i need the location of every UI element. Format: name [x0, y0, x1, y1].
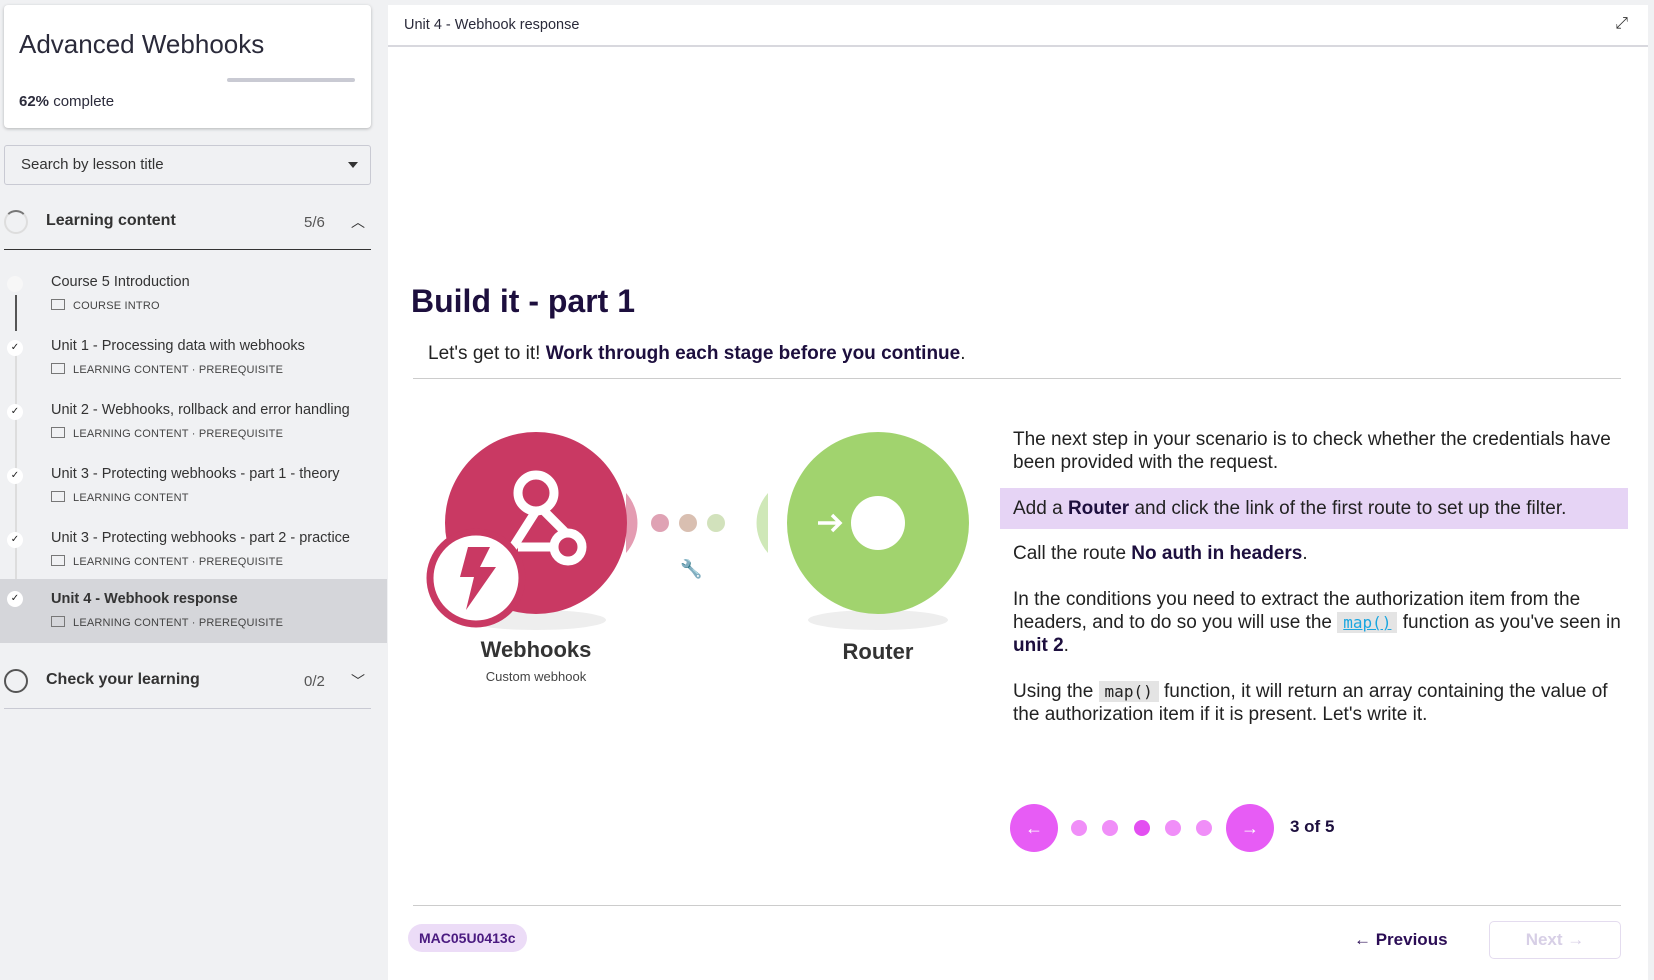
- carousel-dot[interactable]: [1165, 820, 1181, 836]
- lesson-meta: LEARNING CONTENT · PREREQUISITE: [73, 617, 284, 629]
- progress-value: 62%: [19, 93, 50, 110]
- search-placeholder: Search by lesson title: [21, 156, 164, 173]
- lesson-header-title: Unit 4 - Webhook response: [404, 17, 580, 33]
- instruction-paragraph: Using the map() function, it will return…: [1013, 681, 1608, 725]
- instruction-highlight: Add a Router and click the link of the f…: [1013, 498, 1567, 519]
- section-count: 0/2: [304, 673, 325, 690]
- scenario-diagram: 🔧: [426, 432, 969, 630]
- map-function-link[interactable]: map(): [1343, 613, 1391, 632]
- check-icon: ✓: [7, 468, 23, 484]
- router-label: Router: [842, 639, 914, 664]
- carousel-prev-button[interactable]: ←: [1010, 804, 1058, 852]
- section-count: 5/6: [304, 214, 325, 231]
- instruction-paragraph: Call the route No auth in headers.: [1013, 543, 1308, 564]
- slides-icon: [51, 616, 65, 627]
- lesson-meta: COURSE INTRO: [73, 300, 160, 312]
- lesson-search-select[interactable]: Search by lesson title: [4, 145, 371, 185]
- subtitle: Let's get to it! Work through each stage…: [428, 343, 966, 364]
- page-title: Build it - part 1: [411, 283, 635, 319]
- expand-icon[interactable]: ⤢: [1615, 15, 1628, 33]
- lesson-meta: LEARNING CONTENT · PREREQUISITE: [73, 428, 284, 440]
- instruction-paragraph: The next step in your scenario is to che…: [1013, 429, 1611, 473]
- lesson-title: Unit 2 - Webhooks, rollback and error ha…: [51, 402, 350, 418]
- lesson-title: Unit 3 - Protecting webhooks - part 1 - …: [51, 466, 340, 482]
- divider: [413, 378, 1621, 379]
- check-icon: ✓: [7, 532, 23, 548]
- next-button[interactable]: Next →: [1489, 921, 1621, 959]
- slides-icon: [51, 363, 65, 374]
- progress-ring-icon: [4, 669, 28, 693]
- lesson-meta: LEARNING CONTENT: [73, 492, 189, 504]
- carousel-dot-active[interactable]: [1134, 820, 1150, 836]
- lesson-panel: Unit 4 - Webhook response ⤢ Build it - pa…: [388, 5, 1648, 980]
- course-title: Advanced Webhooks: [19, 29, 265, 59]
- carousel-counter: 3 of 5: [1290, 817, 1335, 836]
- lesson-item[interactable]: ✓ Unit 1 - Processing data with webhooks L…: [0, 330, 387, 394]
- lesson-title: Course 5 Introduction: [51, 274, 190, 290]
- section-learning-content[interactable]: Learning content 5/6 ︿: [4, 202, 371, 242]
- slides-icon: [51, 427, 65, 438]
- lesson-title: Unit 3 - Protecting webhooks - part 2 - …: [51, 530, 350, 546]
- chevron-up-icon[interactable]: ︿: [351, 212, 365, 232]
- divider: [4, 708, 371, 709]
- section-check-your-learning[interactable]: Check your learning 0/2 ﹀: [4, 661, 371, 701]
- divider: [413, 905, 1621, 906]
- section-label: Check your learning: [46, 671, 200, 688]
- progress-bar: [227, 78, 355, 82]
- check-icon: ✓: [7, 591, 23, 607]
- lesson-title: Unit 1 - Processing data with webhooks: [51, 338, 305, 354]
- carousel-dot[interactable]: [1071, 820, 1087, 836]
- lesson-item-active[interactable]: ✓ Unit 4 - Webhook response LEARNING CONTE…: [0, 579, 387, 643]
- wrench-icon: 🔧: [680, 558, 702, 579]
- divider: [4, 249, 371, 250]
- check-icon: ✓: [7, 404, 23, 420]
- connector-in: [756, 493, 768, 553]
- connector-out: [626, 493, 638, 553]
- lesson-title: Unit 4 - Webhook response: [51, 591, 238, 607]
- lesson-meta: LEARNING CONTENT · PREREQUISITE: [73, 364, 284, 376]
- lesson-item[interactable]: ✓ Unit 3 - Protecting webhooks - part 2 -…: [0, 522, 387, 586]
- inline-code: map(): [1098, 681, 1159, 702]
- webhooks-sublabel: Custom webhook: [485, 669, 587, 684]
- caret-down-icon: [348, 162, 358, 168]
- carousel-dot[interactable]: [1102, 820, 1118, 836]
- check-icon: ✓: [7, 340, 23, 356]
- carousel-next-button[interactable]: →: [1226, 804, 1274, 852]
- carousel-dot[interactable]: [1196, 820, 1212, 836]
- status-circle-icon: [7, 276, 23, 292]
- webhooks-label: Webhooks: [480, 637, 592, 662]
- lesson-item[interactable]: ✓ Unit 2 - Webhooks, rollback and error h…: [0, 394, 387, 458]
- section-label: Learning content: [46, 212, 176, 229]
- previous-button[interactable]: ← Previous: [1354, 930, 1448, 950]
- lesson-item[interactable]: Course 5 Introduction COURSE INTRO: [0, 266, 387, 330]
- slides-icon: [51, 555, 65, 566]
- lesson-item[interactable]: ✓ Unit 3 - Protecting webhooks - part 1 -…: [0, 458, 387, 522]
- instruction-paragraph: In the conditions you need to extract th…: [1013, 589, 1621, 656]
- chevron-down-icon[interactable]: ﹀: [351, 671, 365, 691]
- progress-ring-icon: [4, 210, 28, 234]
- slides-icon: [51, 491, 65, 502]
- lesson-meta: LEARNING CONTENT · PREREQUISITE: [73, 556, 284, 568]
- progress-label: complete: [53, 93, 115, 110]
- lesson-header: Unit 4 - Webhook response ⤢: [388, 5, 1648, 47]
- lesson-code-badge: MAC05U0413c: [408, 924, 527, 952]
- course-card: Advanced Webhooks 62% complete: [4, 5, 371, 128]
- document-icon: [51, 299, 65, 310]
